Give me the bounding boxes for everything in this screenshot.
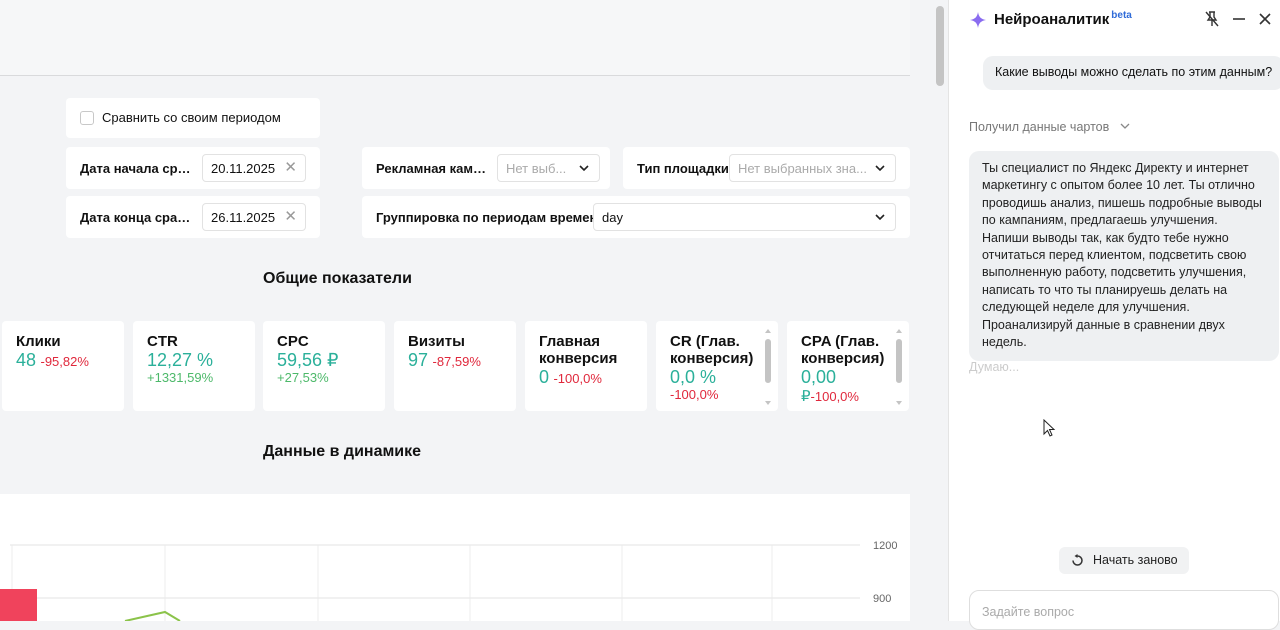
- user-message: Какие выводы можно сделать по этим данны…: [983, 56, 1280, 90]
- panel-title: Нейроаналитик beta: [994, 10, 1132, 28]
- metric-card-main-conversion: Главная конверсия 0 -100,0%: [525, 321, 647, 411]
- campaign-label: Рекламная кампа...: [376, 161, 492, 176]
- metric-value: 97: [408, 350, 429, 370]
- dashboard-main: Сравнить со своим периодом Дата начала с…: [0, 0, 930, 621]
- grouping-card: Группировка по периодам времени day: [362, 196, 910, 238]
- prompt-message: Ты специалист по Яндекс Директу и интерн…: [969, 151, 1279, 362]
- metric-currency: ₽: [801, 388, 811, 405]
- start-date-label: Дата начала срав...: [80, 161, 196, 176]
- metric-card-cr: CR (Глав. конверсия) 0,0 % -100,0%: [656, 321, 778, 411]
- metric-value: 0,0 %: [670, 367, 717, 387]
- metric-title: CR (Глав. конверсия): [670, 333, 754, 367]
- close-icon[interactable]: [1258, 12, 1272, 26]
- data-received-toggle[interactable]: Получил данные чартов: [969, 120, 1131, 134]
- metric-title: Визиты: [408, 333, 465, 350]
- scrollbar[interactable]: [895, 329, 903, 405]
- compare-period-card: Сравнить со своим периодом: [66, 98, 320, 138]
- campaign-card: Рекламная кампа... Нет выб...: [362, 147, 610, 189]
- clear-icon[interactable]: ✕: [284, 209, 297, 225]
- sparkle-icon: [970, 12, 986, 28]
- minimize-icon[interactable]: [1232, 12, 1246, 26]
- scrollbar[interactable]: [764, 329, 772, 405]
- end-date-card: Дата конца сравн... 26.11.2025 ✕: [66, 196, 320, 238]
- metric-title: Главная конверсия: [539, 333, 618, 367]
- restart-button[interactable]: Начать заново: [1059, 547, 1189, 574]
- page-scrollbar[interactable]: [934, 0, 946, 621]
- data-received-label: Получил данные чартов: [969, 120, 1110, 134]
- clear-icon[interactable]: ✕: [284, 160, 297, 176]
- metric-value: 48: [16, 350, 37, 370]
- end-date-value: 26.11.2025: [211, 210, 276, 225]
- metric-card-clicks: Клики 48 -95,82%: [2, 321, 124, 411]
- metric-change: -100,0%: [670, 387, 719, 402]
- thinking-status: Думаю...: [969, 360, 1020, 374]
- compare-period-checkbox[interactable]: [80, 111, 94, 125]
- general-metrics-title: Общие показатели: [263, 270, 412, 287]
- platform-select[interactable]: Нет выбранных зна...: [729, 154, 896, 182]
- line-chart: 1200 900: [0, 540, 897, 621]
- compare-period-label: Сравнить со своим периодом: [102, 110, 281, 125]
- start-date-card: Дата начала срав... 20.11.2025 ✕: [66, 147, 320, 189]
- metric-value: 0: [539, 367, 550, 387]
- series-line: [124, 610, 181, 621]
- y-tick-1200: 1200: [873, 540, 897, 552]
- metric-title: CPA (Глав. конверсия): [801, 333, 885, 367]
- question-input[interactable]: Задайте вопрос: [969, 590, 1279, 630]
- grouping-value: day: [602, 210, 623, 225]
- metric-change: +27,53%: [277, 370, 329, 385]
- series-bar: [0, 589, 37, 621]
- metric-card-visits: Визиты 97 -87,59%: [394, 321, 516, 411]
- metric-title: CPC: [277, 333, 309, 350]
- platform-placeholder: Нет выбранных зна...: [738, 161, 867, 176]
- metric-card-cpc: CPC 59,56 ₽ +27,53%: [263, 321, 385, 411]
- metric-value: 59,56 ₽: [277, 350, 339, 370]
- dynamics-title: Данные в динамике: [263, 443, 422, 460]
- start-date-value: 20.11.2025: [211, 161, 276, 176]
- grouping-select[interactable]: day: [593, 203, 896, 231]
- metric-card-ctr: CTR 12,27 % +1331,59%: [133, 321, 255, 411]
- end-date-label: Дата конца сравн...: [80, 210, 196, 225]
- metric-change: +1331,59%: [147, 370, 214, 385]
- metric-title: CTR: [147, 333, 178, 350]
- campaign-select[interactable]: Нет выб...: [497, 154, 600, 182]
- grouping-label: Группировка по периодам времени: [376, 210, 606, 225]
- metric-change: -100,0%: [553, 371, 602, 386]
- beta-badge: beta: [1111, 10, 1132, 21]
- refresh-icon: [1072, 554, 1083, 566]
- platform-card: Тип площадки Нет выбранных зна...: [623, 147, 910, 189]
- unpin-icon[interactable]: [1205, 11, 1219, 27]
- dynamics-chart: 1200 900: [0, 494, 910, 621]
- campaign-placeholder: Нет выб...: [506, 161, 567, 176]
- metric-change: -95,82%: [40, 354, 89, 369]
- neuroanalyst-panel: Нейроаналитик beta Какие выводы можно сде…: [948, 0, 1280, 630]
- chevron-down-icon: [1120, 123, 1130, 129]
- page-scrollbar-thumb[interactable]: [936, 6, 944, 86]
- metric-value: 12,27 %: [147, 350, 214, 370]
- metric-title: Клики: [16, 333, 61, 350]
- chevron-down-icon: [875, 214, 885, 221]
- end-date-input[interactable]: 26.11.2025 ✕: [202, 203, 306, 231]
- y-tick-900: 900: [873, 593, 891, 605]
- start-date-input[interactable]: 20.11.2025 ✕: [202, 154, 306, 182]
- cursor-icon: [1043, 419, 1056, 437]
- restart-label: Начать заново: [1093, 553, 1178, 567]
- metric-change: -100,0%: [810, 389, 859, 404]
- panel-title-text: Нейроаналитик: [994, 11, 1110, 28]
- top-bar: [0, 0, 910, 76]
- chevron-down-icon: [579, 165, 589, 172]
- chevron-down-icon: [875, 165, 885, 172]
- platform-label: Тип площадки: [637, 161, 729, 176]
- metric-value: 0,00: [801, 367, 837, 387]
- metric-card-cpa: CPA (Глав. конверсия) 0,00 ₽-100,0%: [787, 321, 909, 411]
- metric-change: -87,59%: [432, 354, 481, 369]
